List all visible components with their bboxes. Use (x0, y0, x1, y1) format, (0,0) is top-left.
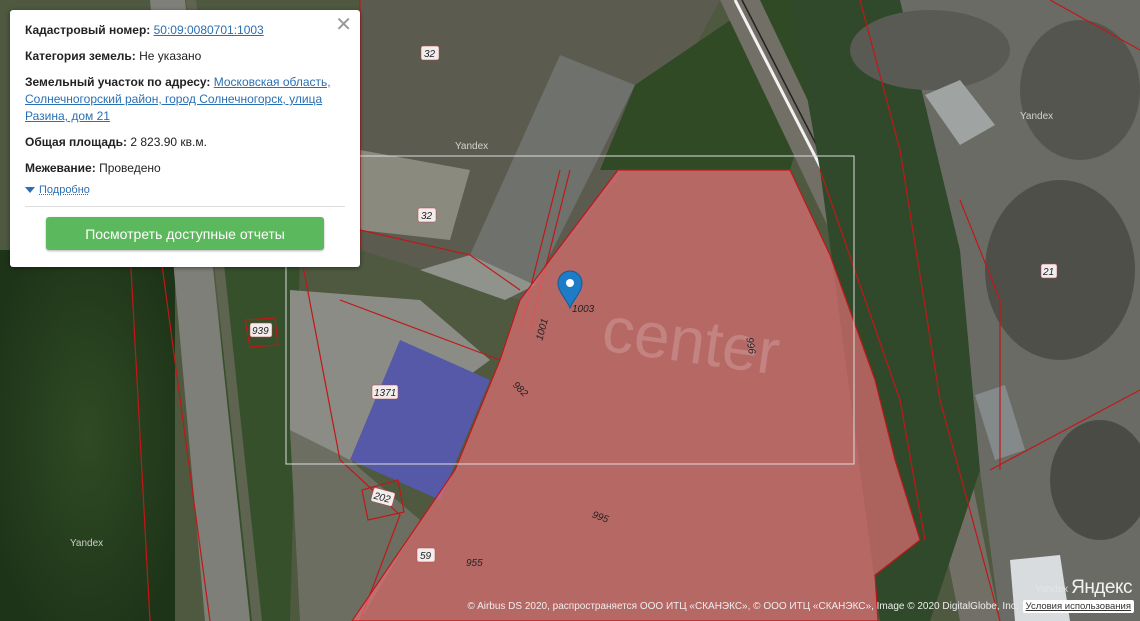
cadastral-row: Кадастровый номер: 50:09:0080701:1003 (25, 22, 345, 39)
divider (25, 206, 345, 207)
parcel-label-32b: 32 (421, 211, 433, 222)
yandex-watermark: Yandex (70, 538, 103, 549)
parcel-label-1003: 1003 (572, 304, 595, 315)
category-label: Категория земель: (25, 49, 136, 63)
cadastral-number-link[interactable]: 50:09:0080701:1003 (154, 23, 264, 37)
yandex-watermark: Yandex (455, 141, 488, 152)
details-toggle[interactable]: Подробно (25, 184, 345, 196)
view-reports-button[interactable]: Посмотреть доступные отчеты (46, 217, 324, 250)
yandex-watermark: Yandex (1020, 111, 1053, 122)
cadastral-label: Кадастровый номер: (25, 23, 151, 37)
parcel-label-939: 939 (252, 326, 269, 337)
map-attribution: © Airbus DS 2020, распространяется ООО И… (467, 600, 1134, 613)
address-row: Земельный участок по адресу: Московская … (25, 74, 345, 125)
parcel-info-popup: ✕ Кадастровый номер: 50:09:0080701:1003 … (10, 10, 360, 267)
survey-label: Межевание: (25, 161, 96, 175)
yandex-logo: Яндекс (1071, 577, 1132, 598)
parcel-label-59: 59 (420, 551, 432, 562)
survey-value: Проведено (99, 161, 161, 175)
address-label: Земельный участок по адресу: (25, 75, 211, 89)
area-row: Общая площадь: 2 823.90 кв.м. (25, 134, 345, 151)
category-value: Не указано (139, 49, 202, 63)
area-value: 2 823.90 кв.м. (130, 135, 207, 149)
parcel-label-32a: 32 (424, 49, 436, 60)
gravel-pile-1 (985, 180, 1135, 360)
details-link[interactable]: Подробно (39, 184, 90, 196)
triangle-down-icon (25, 187, 35, 193)
terms-of-use-link[interactable]: Условия использования (1022, 600, 1134, 613)
yandex-watermark: Yandex (1035, 584, 1068, 595)
category-row: Категория земель: Не указано (25, 48, 345, 65)
gravel-pile-2 (1020, 20, 1140, 160)
parcel-label-955: 955 (466, 558, 483, 569)
parcel-label-1371: 1371 (374, 388, 396, 399)
gravel-pile-3 (850, 10, 1010, 90)
close-icon[interactable]: ✕ (335, 13, 352, 37)
attribution-text: © Airbus DS 2020, распространяется ООО И… (467, 601, 1019, 612)
survey-row: Межевание: Проведено (25, 160, 345, 177)
forest-left (0, 250, 175, 621)
parcel-label-21: 21 (1042, 267, 1054, 278)
area-label: Общая площадь: (25, 135, 128, 149)
